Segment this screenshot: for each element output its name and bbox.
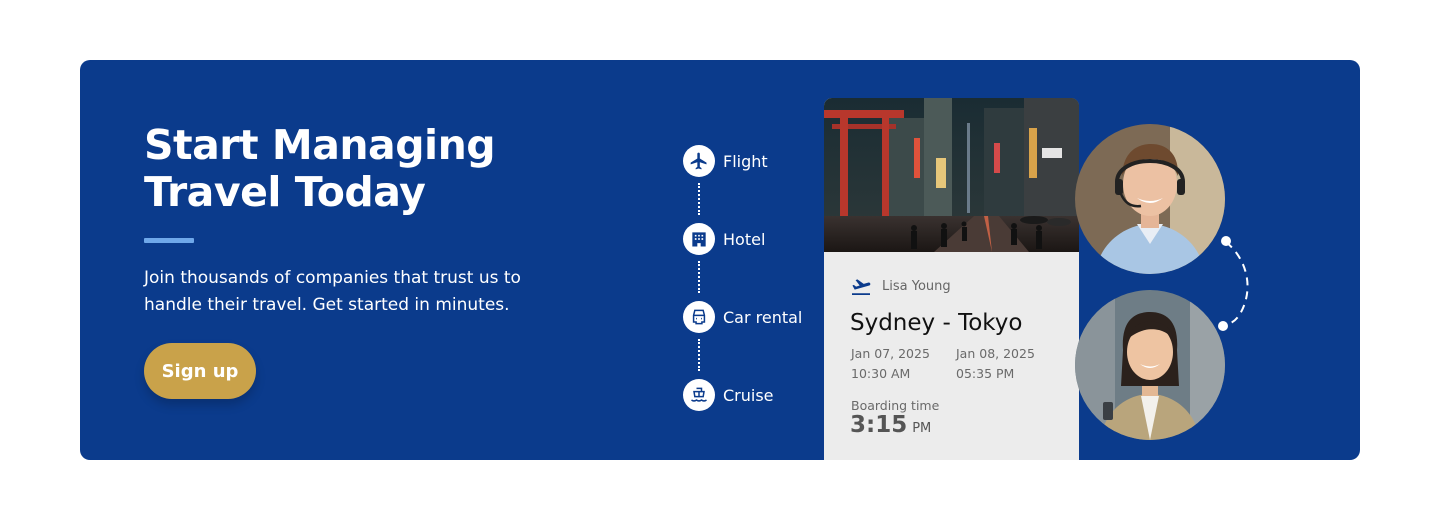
connector-dot-bottom bbox=[1218, 321, 1228, 331]
service-item-hotel[interactable]: Hotel bbox=[683, 223, 765, 255]
city-street-photo bbox=[824, 98, 1079, 252]
service-label: Car rental bbox=[723, 307, 803, 327]
passenger-row: Lisa Young bbox=[850, 277, 951, 295]
promo-banner: Start Managing Travel Today Join thousan… bbox=[80, 60, 1360, 460]
connector-dot-top bbox=[1221, 236, 1231, 246]
hotel-icon bbox=[683, 223, 715, 255]
departure-date: Jan 07, 2025 bbox=[851, 346, 930, 361]
title-underline bbox=[144, 238, 194, 243]
service-item-cruise[interactable]: Cruise bbox=[683, 379, 774, 411]
departure-time: 10:30 AM bbox=[851, 366, 911, 381]
signup-button[interactable]: Sign up bbox=[144, 343, 256, 399]
boarding-label: Boarding time bbox=[851, 398, 940, 413]
service-item-car-rental[interactable]: Car rental bbox=[683, 301, 802, 333]
arrival-time: 05:35 PM bbox=[956, 366, 1015, 381]
service-connector bbox=[698, 339, 700, 371]
connector-arc bbox=[1218, 236, 1249, 331]
car-icon bbox=[683, 301, 715, 333]
subtitle-line-1: Join thousands of companies that trust u… bbox=[144, 268, 521, 288]
title-line-2: Travel Today bbox=[144, 168, 426, 216]
service-item-flight[interactable]: Flight bbox=[683, 145, 768, 177]
plane-takeoff-icon bbox=[852, 279, 871, 295]
subtitle: Join thousands of companies that trust u… bbox=[144, 265, 564, 319]
page-title: Start Managing Travel Today bbox=[144, 121, 496, 216]
service-label: Hotel bbox=[723, 229, 766, 249]
airplane-icon bbox=[683, 145, 715, 177]
departure-info: Jan 07, 2025 10:30 AM bbox=[851, 344, 930, 384]
ticket-details: Lisa Young Sydney - Tokyo Jan 07, 2025 1… bbox=[824, 252, 1079, 460]
route-title: Sydney - Tokyo bbox=[850, 310, 1023, 336]
boarding-time: 3:15 PM bbox=[850, 412, 931, 438]
service-connector bbox=[698, 261, 700, 293]
arrival-info: Jan 08, 2025 05:35 PM bbox=[956, 344, 1035, 384]
title-line-1: Start Managing bbox=[144, 121, 496, 169]
service-connector bbox=[698, 183, 700, 215]
avatar-traveler bbox=[1075, 290, 1225, 440]
service-label: Cruise bbox=[723, 385, 774, 405]
avatar-support-agent bbox=[1075, 124, 1225, 274]
subtitle-line-2: handle their travel. Get started in minu… bbox=[144, 295, 510, 315]
boarding-time-period: PM bbox=[912, 421, 932, 436]
passenger-name: Lisa Young bbox=[882, 278, 951, 294]
ship-icon bbox=[683, 379, 715, 411]
service-label: Flight bbox=[723, 151, 768, 171]
boarding-time-value: 3:15 bbox=[850, 412, 908, 438]
ticket-card: Lisa Young Sydney - Tokyo Jan 07, 2025 1… bbox=[824, 98, 1079, 460]
arrival-date: Jan 08, 2025 bbox=[956, 346, 1035, 361]
